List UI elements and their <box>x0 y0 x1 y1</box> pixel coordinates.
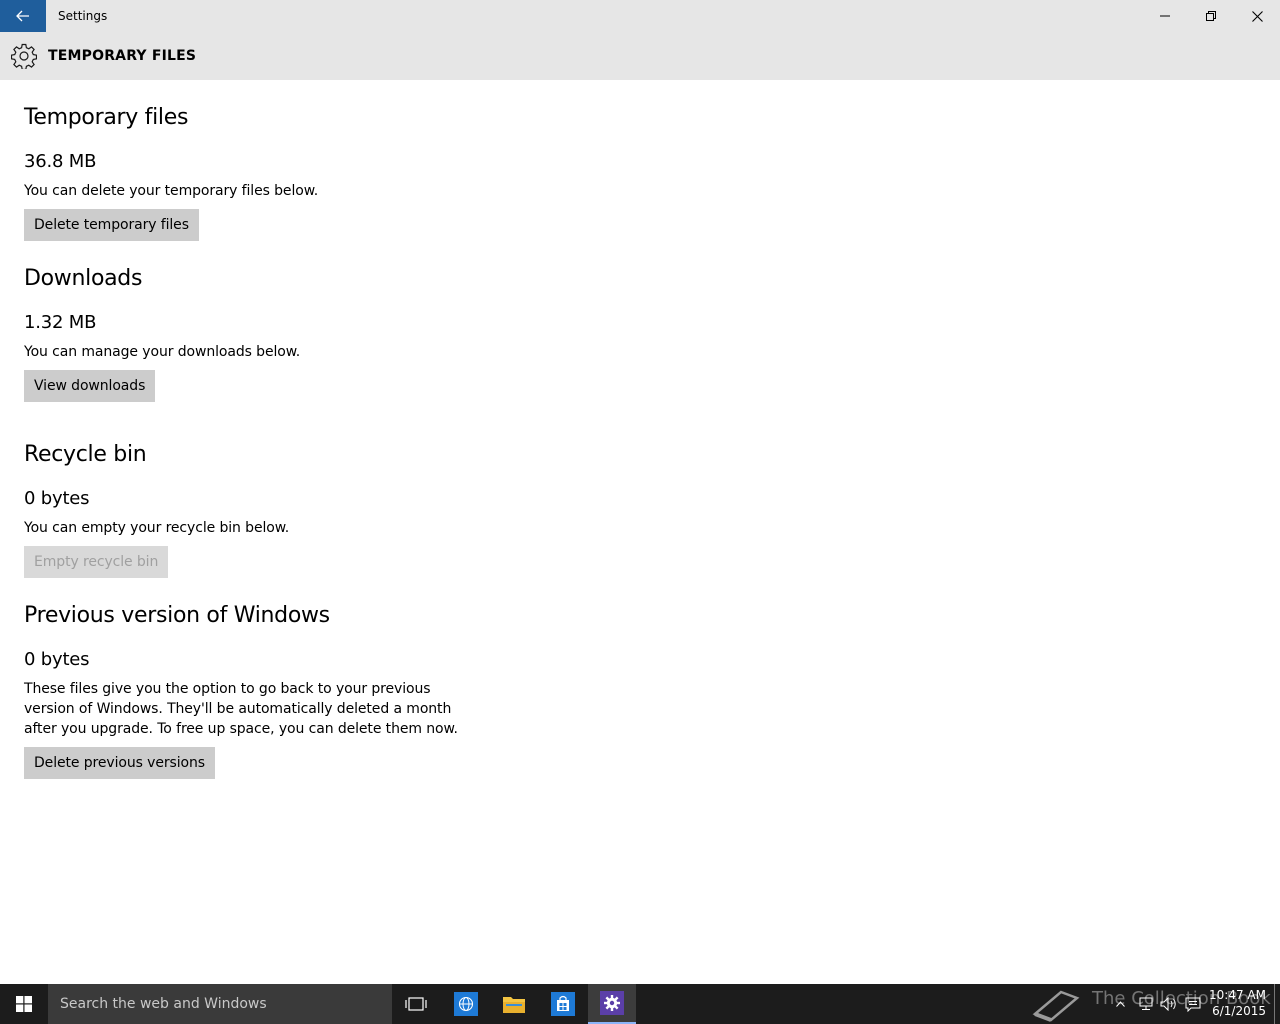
network-icon <box>1139 997 1153 1010</box>
view-downloads-button[interactable]: View downloads <box>24 370 156 402</box>
section-heading: Temporary files <box>24 105 189 130</box>
close-icon <box>1251 10 1263 22</box>
clock[interactable]: 10:47 AM 6/1/2015 <box>1206 987 1266 1019</box>
book-icon <box>1032 990 1080 1022</box>
gear-icon <box>11 43 37 69</box>
file-explorer-button[interactable] <box>490 984 538 1024</box>
show-hidden-icons-button[interactable] <box>1112 984 1128 1024</box>
section-downloads: Downloads 1.32 MB You can manage your do… <box>24 265 484 402</box>
page-header: TEMPORARY FILES <box>0 32 1280 80</box>
task-view-icon <box>405 997 427 1011</box>
section-temporary-files: Temporary files 36.8 MB You can delete y… <box>24 104 484 241</box>
show-desktop-button[interactable] <box>1274 984 1275 1024</box>
section-heading: Downloads <box>24 266 143 291</box>
windows-logo-icon <box>16 996 32 1012</box>
taskbar: Search the web and Windows The Collectio… <box>0 984 1280 1024</box>
network-button[interactable] <box>1134 984 1156 1024</box>
store-button[interactable] <box>539 984 587 1024</box>
speaker-icon <box>1160 997 1176 1011</box>
task-view-button[interactable] <box>392 984 440 1024</box>
restore-icon <box>1206 11 1216 21</box>
section-heading: Previous version of Windows <box>24 603 330 628</box>
minimize-button[interactable] <box>1142 0 1188 32</box>
chevron-up-icon <box>1115 1001 1125 1007</box>
settings-gear-icon <box>600 991 624 1015</box>
watermark-logo <box>1030 984 1082 1024</box>
delete-temporary-files-button[interactable]: Delete temporary files <box>24 209 199 241</box>
clock-date: 6/1/2015 <box>1212 1004 1266 1018</box>
section-description: You can delete your temporary files belo… <box>24 183 319 199</box>
section-description: These files give you the option to go ba… <box>24 681 458 737</box>
title-bar: Settings <box>0 0 1280 32</box>
restore-button[interactable] <box>1188 0 1234 32</box>
section-heading: Recycle bin <box>24 442 147 467</box>
section-size: 0 bytes <box>24 649 90 670</box>
clock-time: 10:47 AM <box>1209 988 1266 1002</box>
folder-icon <box>503 997 525 1013</box>
section-recycle-bin: Recycle bin 0 bytes You can empty your r… <box>24 441 484 578</box>
section-size: 0 bytes <box>24 488 90 509</box>
delete-previous-versions-button[interactable]: Delete previous versions <box>24 747 215 779</box>
volume-button[interactable] <box>1158 984 1180 1024</box>
close-button[interactable] <box>1234 0 1280 32</box>
arrow-left-icon <box>16 10 29 22</box>
section-size: 1.32 MB <box>24 312 97 333</box>
minimize-icon <box>1160 15 1170 17</box>
notification-icon <box>1185 997 1201 1012</box>
browser-button[interactable] <box>442 984 490 1024</box>
empty-recycle-bin-button[interactable]: Empty recycle bin <box>24 546 169 578</box>
start-button[interactable] <box>0 984 48 1024</box>
settings-taskbar-button[interactable] <box>588 984 636 1024</box>
search-placeholder: Search the web and Windows <box>60 996 267 1012</box>
section-description: You can manage your downloads below. <box>24 344 301 360</box>
search-box[interactable]: Search the web and Windows <box>48 984 392 1024</box>
action-center-button[interactable] <box>1182 984 1204 1024</box>
section-description: You can empty your recycle bin below. <box>24 520 290 536</box>
globe-icon <box>454 992 478 1016</box>
section-size: 36.8 MB <box>24 151 97 172</box>
section-previous-windows: Previous version of Windows 0 bytes Thes… <box>24 602 484 779</box>
app-title: Settings <box>58 9 108 23</box>
page-title: TEMPORARY FILES <box>48 48 197 64</box>
store-icon <box>551 992 575 1016</box>
back-button[interactable] <box>0 0 46 32</box>
